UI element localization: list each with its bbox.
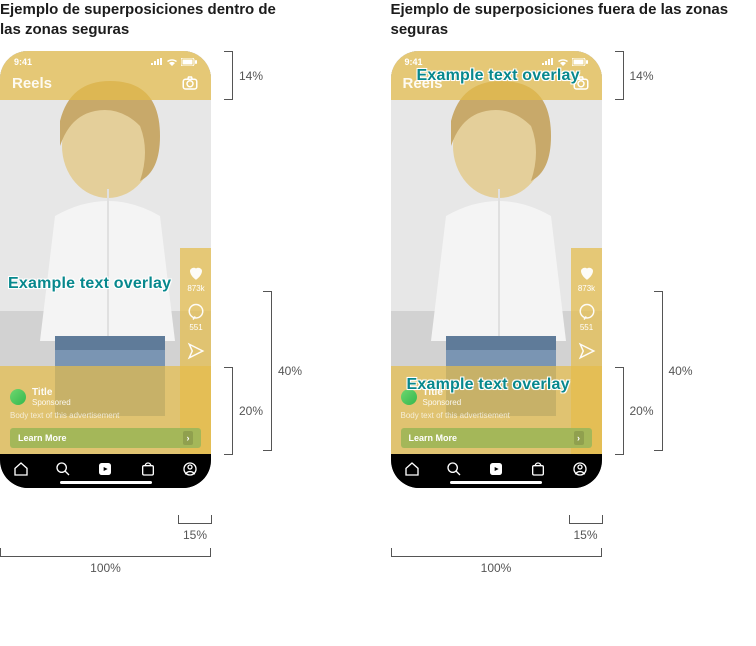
comment-count: 551 <box>580 323 593 332</box>
stage-outside: 9:41 Reels Example text overlay Example … <box>391 51 756 606</box>
profile-icon[interactable] <box>572 461 588 477</box>
comment-count: 551 <box>189 323 202 332</box>
ad-body: Body text of this advertisement <box>10 411 201 420</box>
overlay-text-inside: Example text overlay <box>8 275 171 293</box>
search-icon[interactable] <box>55 461 71 477</box>
chevron-right-icon: › <box>574 431 584 445</box>
profile-icon[interactable] <box>182 461 198 477</box>
status-icons <box>542 58 588 66</box>
status-time: 9:41 <box>14 57 32 67</box>
overlay-text-outside-bottom: Example text overlay <box>407 376 570 394</box>
reels-nav-icon[interactable] <box>488 461 504 477</box>
comment-icon <box>187 303 205 321</box>
home-icon[interactable] <box>404 461 420 477</box>
avatar[interactable] <box>10 389 26 405</box>
home-icon[interactable] <box>13 461 29 477</box>
reels-title: Reels <box>12 75 52 92</box>
like-button[interactable]: 873k <box>187 264 205 293</box>
ad-card: Title Sponsored Body text of this advert… <box>401 387 592 448</box>
measure-top: 14% <box>616 51 654 100</box>
send-icon <box>578 342 596 360</box>
status-time: 9:41 <box>405 57 423 67</box>
search-icon[interactable] <box>446 461 462 477</box>
overlay-text-outside-top: Example text overlay <box>417 67 580 85</box>
heart-icon <box>187 264 205 282</box>
cta-button[interactable]: Learn More › <box>10 428 201 448</box>
phone-mock: 9:41 Reels Example text overlay 873k <box>0 51 211 488</box>
like-count: 873k <box>578 284 595 293</box>
measure-bottom: 20% <box>616 367 654 455</box>
share-button[interactable] <box>578 342 596 360</box>
measure-rail-width: 15% <box>178 516 212 542</box>
comment-button[interactable]: 551 <box>187 303 205 332</box>
engagement-rail: 873k 551 <box>578 264 596 360</box>
comment-icon <box>578 303 596 321</box>
heading-inside: Ejemplo de superposiciones dentro de las… <box>0 0 300 39</box>
cta-label: Learn More <box>409 433 458 443</box>
battery-icon <box>181 58 197 66</box>
cta-label: Learn More <box>18 433 67 443</box>
signal-icon <box>151 58 163 66</box>
share-button[interactable] <box>187 342 205 360</box>
signal-icon <box>542 58 554 66</box>
measure-side: 40% <box>264 291 302 451</box>
ad-sponsored: Sponsored <box>423 398 462 407</box>
shop-icon[interactable] <box>140 461 156 477</box>
chevron-right-icon: › <box>183 431 193 445</box>
measure-side: 40% <box>655 291 693 451</box>
measure-top: 14% <box>225 51 263 100</box>
ad-body: Body text of this advertisement <box>401 411 592 420</box>
like-button[interactable]: 873k <box>578 264 596 293</box>
home-indicator <box>450 481 542 484</box>
camera-icon[interactable] <box>181 74 199 92</box>
home-indicator <box>60 481 152 484</box>
measure-bottom: 20% <box>225 367 263 455</box>
ad-sponsored: Sponsored <box>32 398 71 407</box>
heart-icon <box>578 264 596 282</box>
wifi-icon <box>166 58 178 66</box>
comment-button[interactable]: 551 <box>578 303 596 332</box>
status-bar: 9:41 <box>0 51 211 66</box>
measure-rail-width: 15% <box>569 516 603 542</box>
battery-icon <box>572 58 588 66</box>
status-bar: 9:41 <box>391 51 602 66</box>
engagement-rail: 873k 551 <box>187 264 205 360</box>
measure-full-width: 100% <box>391 549 602 575</box>
status-icons <box>151 58 197 66</box>
like-count: 873k <box>187 284 204 293</box>
stage-inside: 9:41 Reels Example text overlay 873k <box>0 51 366 606</box>
ad-card: Title Sponsored Body text of this advert… <box>10 387 201 448</box>
wifi-icon <box>557 58 569 66</box>
measure-full-width: 100% <box>0 549 211 575</box>
heading-outside: Ejemplo de superposiciones fuera de las … <box>391 0 731 39</box>
phone-mock: 9:41 Reels Example text overlay Example … <box>391 51 602 488</box>
send-icon <box>187 342 205 360</box>
cta-button[interactable]: Learn More › <box>401 428 592 448</box>
shop-icon[interactable] <box>530 461 546 477</box>
ad-title: Title <box>32 387 71 398</box>
reels-nav-icon[interactable] <box>97 461 113 477</box>
